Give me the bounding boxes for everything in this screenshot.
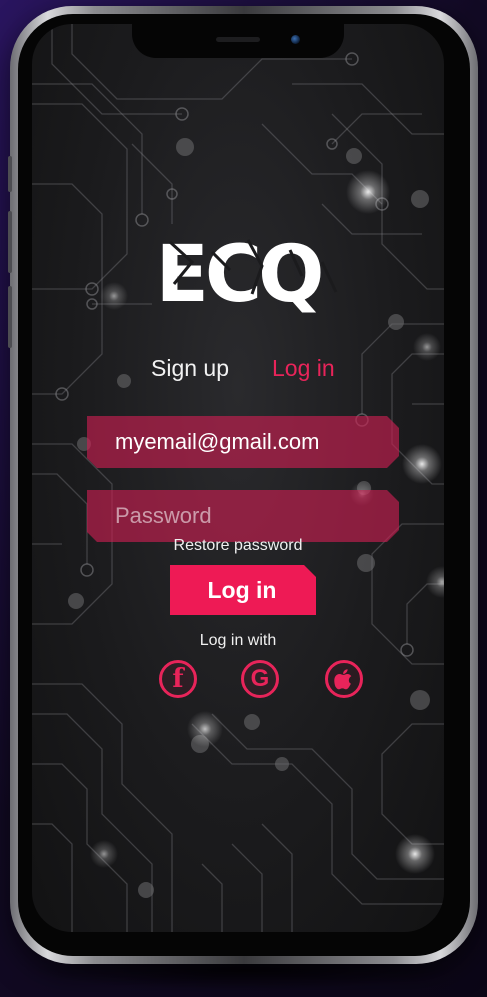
circuit-background — [32, 24, 444, 932]
login-with-heading: Log in with — [199, 632, 277, 649]
facebook-login-button[interactable]: f — [159, 660, 197, 698]
front-camera — [291, 35, 300, 44]
email-field[interactable]: myemail@gmail.com — [87, 416, 399, 468]
phone-frame: ECQ Sign up Log in myemail@gmail.com Pas… — [8, 6, 478, 964]
speaker-grille — [216, 37, 260, 42]
side-button — [8, 156, 12, 192]
login-button[interactable]: Log in — [170, 565, 316, 615]
logo-crack-overlay — [168, 239, 338, 295]
tab-sign-up[interactable]: Sign up — [151, 355, 229, 382]
app-screen: ECQ Sign up Log in myemail@gmail.com Pas… — [32, 24, 444, 932]
login-button-label: Log in — [207, 576, 277, 603]
restore-password-link[interactable]: Restore password — [32, 537, 444, 555]
apple-login-button[interactable] — [325, 660, 363, 698]
password-field[interactable]: Password — [87, 490, 399, 542]
side-button — [8, 211, 12, 273]
google-login-button[interactable]: G — [241, 660, 279, 698]
apple-icon — [334, 669, 352, 690]
side-button — [8, 286, 12, 348]
tab-log-in[interactable]: Log in — [272, 355, 335, 382]
facebook-icon: f — [172, 664, 184, 694]
google-icon: G — [250, 665, 270, 692]
phone-notch — [132, 24, 344, 58]
